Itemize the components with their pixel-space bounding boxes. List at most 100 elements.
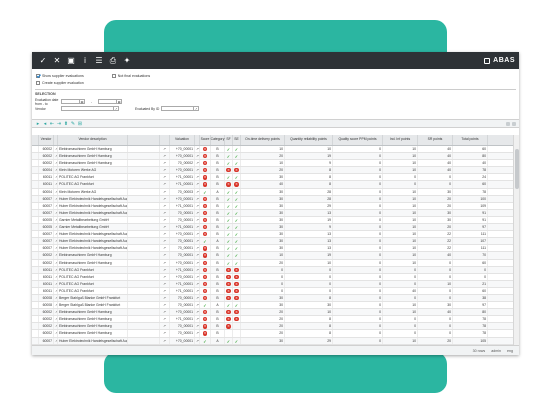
table-row[interactable]: 60011 ↗ POLITEC AG Frankfurt ↗ +71_00001 ↗ ✕ B ✕… <box>32 287 513 295</box>
goto-icon[interactable]: ↗ <box>160 316 170 323</box>
table-row[interactable]: 60002 ↗ Elektromaschinen GmbH Hamburg ↗ +70_… <box>32 146 513 154</box>
table-row[interactable]: 60007 ↗ Huber Elektrotechnik Handelsgesell… <box>32 202 513 210</box>
scroll-thumb[interactable] <box>515 149 519 189</box>
table-row[interactable]: 60011 ↗ POLITEC AG Frankfurt ↗ +71_00001 ↗ ✕ B ✕… <box>32 280 513 288</box>
table-row[interactable]: 60002 ↗ Elektromaschinen GmbH Hamburg ↗ 70_0… <box>32 330 513 338</box>
table-row[interactable]: 60002 ↗ Elektromaschinen GmbH Hamburg ↗ +70_… <box>32 309 513 317</box>
goto-icon[interactable]: ↗ <box>160 323 170 330</box>
col-score[interactable]: Score <box>200 135 211 145</box>
table-row[interactable]: 60007 ↗ Huber Elektrotechnik Handelsgesell… <box>32 337 513 345</box>
toolbar-option-icon[interactable] <box>512 121 516 126</box>
col-valuation[interactable]: Valuation <box>170 135 195 145</box>
close-icon[interactable]: ✕ <box>50 52 64 69</box>
first-icon[interactable]: ⇤ <box>49 121 55 127</box>
table-row[interactable]: 60007 ↗ Huber Elektrotechnik Handelsgesell… <box>32 231 513 239</box>
not-final-checkbox[interactable] <box>111 73 116 78</box>
row-select-cell[interactable] <box>32 330 39 337</box>
table-row[interactable]: 60002 ↗ Elektromaschinen GmbH Hamburg ↗ +70_… <box>32 259 513 267</box>
edit-icon[interactable]: ✎ <box>70 121 76 127</box>
goto-icon[interactable]: ↗ <box>160 174 170 181</box>
row-select-cell[interactable] <box>32 294 39 302</box>
row-select-cell[interactable] <box>32 259 39 266</box>
last-icon[interactable]: ⇥ <box>56 121 62 127</box>
goto-icon[interactable]: ↗ <box>160 195 170 202</box>
vendor-field[interactable]: ↗ <box>61 106 119 111</box>
row-select-cell[interactable] <box>32 209 39 216</box>
col-vendor-description[interactable]: Vendor description <box>58 135 128 145</box>
goto-icon[interactable]: ↗ <box>160 287 170 294</box>
list-icon[interactable]: ☰ <box>92 52 106 69</box>
date-from-field[interactable]: ▦ <box>61 99 85 104</box>
row-select-cell[interactable] <box>32 224 39 231</box>
toolbar-option-icon[interactable] <box>506 121 510 126</box>
table-row[interactable]: 60005 ↗ Garnier Metallbearbeitung GmbH ↗ 70_… <box>32 216 513 225</box>
create-evaluation-checkbox[interactable] <box>36 80 40 85</box>
table-row[interactable]: 60007 ↗ Huber Elektrotechnik Handelsgesell… <box>32 245 513 253</box>
lookup-icon[interactable]: ↗ <box>113 107 118 111</box>
goto-icon[interactable]: ↗ <box>160 330 170 337</box>
calendar-icon[interactable]: ▦ <box>79 100 84 104</box>
grid-icon[interactable]: ⊞ <box>77 121 83 127</box>
row-select-cell[interactable] <box>32 202 39 209</box>
row-select-cell[interactable] <box>32 245 39 252</box>
goto-icon[interactable]: ↗ <box>160 259 170 266</box>
goto-icon[interactable]: ↗ <box>160 337 170 344</box>
goto-icon[interactable]: ↗ <box>160 266 170 273</box>
collapse-icon[interactable]: ◂ <box>42 121 48 127</box>
goto-icon[interactable]: ↗ <box>160 167 170 174</box>
lookup-icon[interactable]: ↗ <box>193 107 198 111</box>
row-select-cell[interactable] <box>32 323 39 330</box>
goto-icon[interactable]: ↗ <box>160 252 170 259</box>
row-select-cell[interactable] <box>32 167 39 174</box>
row-select-cell[interactable] <box>32 181 39 188</box>
goto-icon[interactable]: ↗ <box>160 273 170 280</box>
calendar-icon[interactable]: ▦ <box>116 100 121 104</box>
table-row[interactable]: 60004 ↗ Klein Motoren Werke AG ↗ 70_00003 ↗ ✓ A… <box>32 188 513 196</box>
info-icon[interactable]: i <box>78 52 92 69</box>
row-select-cell[interactable] <box>32 337 39 344</box>
row-select-cell[interactable] <box>32 309 39 316</box>
row-select-cell[interactable] <box>32 174 39 181</box>
row-select-cell[interactable] <box>32 153 39 160</box>
table-row[interactable]: 60011 ↗ POLITEC AG Frankfurt ↗ +71_00001 ↗ ✕ B ✓… <box>32 174 513 182</box>
evaluated-by-field[interactable]: ↗ <box>161 106 199 111</box>
table-row[interactable]: 60002 ↗ Elektromaschinen GmbH Hamburg ↗ 70_0… <box>32 323 513 331</box>
goto-icon[interactable]: ↗ <box>160 153 170 160</box>
expand-icon[interactable]: ▸ <box>35 121 41 127</box>
row-select-cell[interactable] <box>32 316 39 323</box>
table-row[interactable]: 60005 ↗ Garnier Metallbearbeitung GmbH ↗ +71… <box>32 224 513 232</box>
goto-icon[interactable]: ↗ <box>160 216 170 224</box>
col-total-points[interactable]: Total points <box>453 135 488 145</box>
goto-icon[interactable]: ↗ <box>160 294 170 302</box>
col-ind-points[interactable]: Ind. Inf points <box>383 135 418 145</box>
col-category[interactable]: Category <box>211 135 225 145</box>
table-row[interactable]: 60004 ↗ Klein Motoren Werke AG ↗ +70_00001 ↗ ✕… <box>32 167 513 175</box>
row-select-cell[interactable] <box>32 160 39 167</box>
table-row[interactable]: 60008 ↗ Berger Stahlguß Blanke GmbH Frankf… <box>32 302 513 310</box>
goto-icon[interactable]: ↗ <box>160 209 170 216</box>
col-quality-ppm[interactable]: Quality score PPM points <box>333 135 383 145</box>
print-icon[interactable]: ⎙ <box>106 52 120 69</box>
sort-icon[interactable]: ⬍ <box>63 121 69 127</box>
goto-icon[interactable]: ↗ <box>160 238 170 245</box>
goto-icon[interactable]: ↗ <box>160 245 170 252</box>
table-row[interactable]: 60007 ↗ Huber Elektrotechnik Handelsgesell… <box>32 195 513 203</box>
table-row[interactable]: 60002 ↗ Elektromaschinen GmbH Hamburg ↗ +71_… <box>32 316 513 324</box>
row-select-cell[interactable] <box>32 195 39 202</box>
goto-icon[interactable]: ↗ <box>160 231 170 238</box>
goto-icon[interactable]: ↗ <box>160 181 170 188</box>
goto-icon[interactable]: ↗ <box>160 202 170 209</box>
goto-icon[interactable]: ↗ <box>160 160 170 167</box>
goto-icon[interactable]: ↗ <box>160 280 170 287</box>
row-select-cell[interactable] <box>32 287 39 294</box>
table-row[interactable]: 60011 ↗ POLITEC AG Frankfurt ↗ +70_00001 ↗ ✕ B ✕… <box>32 273 513 281</box>
row-select-cell[interactable] <box>32 252 39 259</box>
goto-icon[interactable]: ↗ <box>160 146 170 153</box>
pin-icon[interactable]: ✦ <box>120 52 134 69</box>
table-row[interactable]: 60007 ↗ Huber Elektrotechnik Handelsgesell… <box>32 209 513 217</box>
goto-icon[interactable]: ↗ <box>160 188 170 195</box>
goto-icon[interactable]: ↗ <box>160 302 170 309</box>
check-icon[interactable]: ✓ <box>36 52 50 69</box>
table-row[interactable]: 60011 ↗ POLITEC AG Frankfurt ↗ +71_00001 ↗ ✕ B ✕… <box>32 181 513 189</box>
row-select-cell[interactable] <box>32 273 39 280</box>
